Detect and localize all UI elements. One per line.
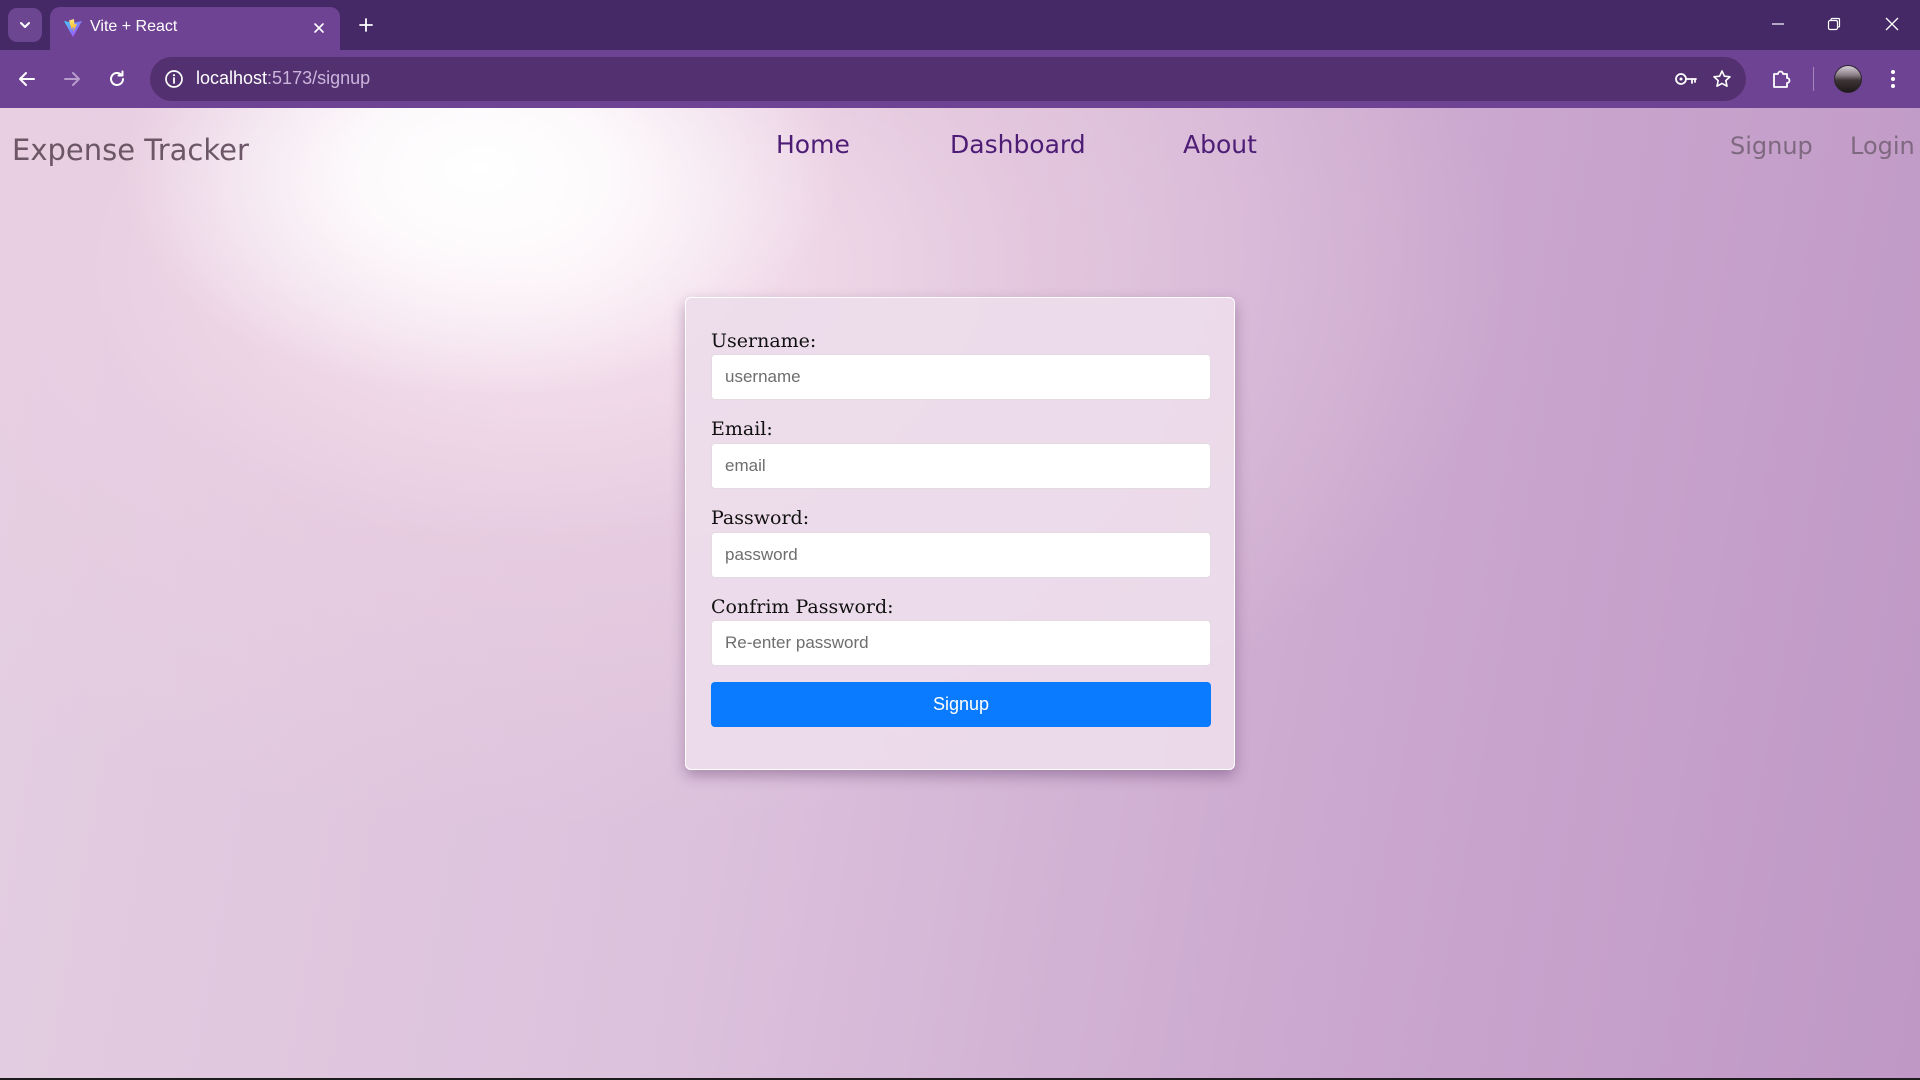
address-bar[interactable]: localhost:5173/signup xyxy=(150,57,1746,101)
info-icon xyxy=(165,70,183,88)
plus-icon xyxy=(359,18,373,32)
nav-about-link[interactable]: About xyxy=(1183,130,1257,159)
kebab-menu-icon xyxy=(1891,70,1895,88)
back-arrow-icon xyxy=(19,72,35,86)
restore-button[interactable] xyxy=(1806,0,1862,48)
forward-arrow-icon xyxy=(64,72,80,86)
tab-search-button[interactable] xyxy=(8,8,42,42)
chevron-down-icon xyxy=(20,22,30,28)
close-icon xyxy=(314,23,324,33)
tab-close-button[interactable] xyxy=(310,19,328,37)
browser-menu-button[interactable] xyxy=(1874,60,1912,98)
close-window-button[interactable] xyxy=(1864,0,1920,48)
toolbar-divider xyxy=(1813,67,1814,91)
avatar[interactable] xyxy=(1834,65,1862,93)
url-host: localhost xyxy=(196,68,268,88)
reload-button[interactable] xyxy=(98,60,136,98)
password-manager-button[interactable] xyxy=(1674,67,1698,91)
confirm-password-label: Confrim Password: xyxy=(711,596,894,618)
vite-logo-icon xyxy=(64,19,82,37)
password-label: Password: xyxy=(711,507,810,529)
email-input[interactable] xyxy=(711,443,1211,489)
close-icon xyxy=(1885,17,1899,31)
new-tab-button[interactable] xyxy=(353,10,379,40)
extensions-button[interactable] xyxy=(1762,60,1800,98)
password-input[interactable] xyxy=(711,532,1211,578)
url-path: :5173/signup xyxy=(267,68,371,88)
browser-tabstrip: Vite + React xyxy=(0,0,1920,50)
url-text: localhost:5173/signup xyxy=(196,68,370,89)
reload-icon xyxy=(110,70,124,86)
page-viewport: Expense Tracker Home Dashboard About Sig… xyxy=(0,108,1920,1078)
key-icon xyxy=(1675,73,1697,85)
brand-title: Expense Tracker xyxy=(12,133,249,167)
restore-icon xyxy=(1827,17,1841,31)
nav-home-link[interactable]: Home xyxy=(776,130,850,159)
confirm-password-input[interactable] xyxy=(711,620,1211,666)
minimize-button[interactable] xyxy=(1750,0,1806,48)
site-info-button[interactable] xyxy=(162,67,186,91)
nav-login-link[interactable]: Login xyxy=(1850,132,1915,160)
email-label: Email: xyxy=(711,418,773,440)
minimize-icon xyxy=(1772,23,1784,25)
puzzle-icon xyxy=(1773,70,1791,88)
nav-signup-link[interactable]: Signup xyxy=(1730,132,1813,160)
forward-button[interactable] xyxy=(53,60,91,98)
signup-button[interactable]: Signup xyxy=(711,682,1211,727)
star-icon xyxy=(1713,70,1731,87)
bookmark-button[interactable] xyxy=(1710,67,1734,91)
back-button[interactable] xyxy=(8,60,46,98)
tab-title: Vite + React xyxy=(90,18,178,35)
signup-form: Username: Email: Password: Confrim Passw… xyxy=(685,297,1235,770)
browser-tab-active[interactable]: Vite + React xyxy=(50,7,340,50)
username-label: Username: xyxy=(711,330,817,352)
browser-toolbar: localhost:5173/signup xyxy=(0,50,1920,108)
username-input[interactable] xyxy=(711,354,1211,400)
nav-dashboard-link[interactable]: Dashboard xyxy=(950,130,1086,159)
